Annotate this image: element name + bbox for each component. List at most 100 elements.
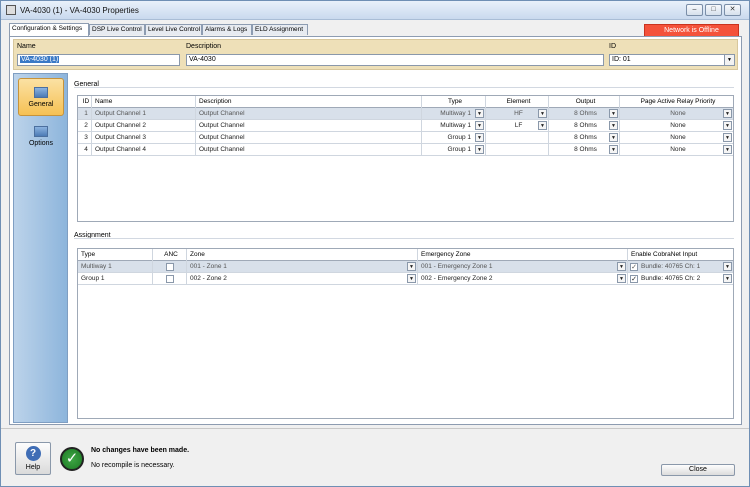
description-cell[interactable]: Output Channel: [196, 132, 422, 144]
type-cell[interactable]: Multiway 1 ▼: [422, 108, 486, 120]
type-cell[interactable]: Group 1 ▼: [422, 144, 486, 156]
name-cell[interactable]: Output Channel 2: [92, 120, 196, 132]
relay-priority-cell[interactable]: None ▼: [620, 108, 733, 120]
element-value: LF: [514, 122, 523, 129]
id-value: ID: 01: [612, 56, 631, 63]
close-button[interactable]: Close: [661, 464, 735, 476]
output-cell[interactable]: 8 Ohms ▼: [549, 144, 620, 156]
type-cell[interactable]: Group 1 ▼: [422, 132, 486, 144]
cobranet-cell[interactable]: ✓ Bundle: 40765 Ch: 2 ▼: [628, 273, 733, 285]
chevron-down-icon[interactable]: ▼: [723, 133, 732, 142]
relay-priority-cell[interactable]: None ▼: [620, 132, 733, 144]
element-cell[interactable]: [486, 132, 549, 144]
table-row[interactable]: 1 Output Channel 1 Output Channel Multiw…: [78, 108, 733, 120]
sidebar-item-options[interactable]: Options: [18, 118, 64, 156]
sidebar-item-label: General: [28, 101, 54, 108]
chevron-down-icon[interactable]: ▼: [475, 145, 484, 154]
column-header-anc: ANC: [153, 249, 187, 261]
title-bar: VA-4030 (1) - VA-4030 Properties – □ ✕: [1, 1, 749, 20]
table-header-row: Type ANC Zone Emergency Zone Enable Cobr…: [78, 249, 733, 261]
app-icon: [6, 5, 16, 15]
element-cell[interactable]: LF ▼: [486, 120, 549, 132]
name-cell[interactable]: Output Channel 4: [92, 144, 196, 156]
sidebar-item-general[interactable]: General: [18, 78, 64, 116]
column-header-output: Output: [549, 96, 620, 108]
element-cell[interactable]: HF ▼: [486, 108, 549, 120]
chevron-down-icon[interactable]: ▼: [538, 121, 547, 130]
name-cell[interactable]: Output Channel 1: [92, 108, 196, 120]
chevron-down-icon[interactable]: ▼: [723, 145, 732, 154]
chevron-down-icon[interactable]: ▼: [617, 274, 626, 283]
zone-cell[interactable]: 001 - Zone 1 ▼: [187, 261, 418, 273]
table-row[interactable]: Group 1 002 - Zone 2 ▼ 002 - Emergency Zo…: [78, 273, 733, 285]
column-header-type: Type: [78, 249, 153, 261]
maximize-button[interactable]: □: [705, 4, 722, 16]
type-cell[interactable]: Multiway 1 ▼: [422, 120, 486, 132]
close-window-button[interactable]: ✕: [724, 4, 741, 16]
chevron-down-icon[interactable]: ▼: [723, 109, 732, 118]
cobranet-cell[interactable]: ✓ Bundle: 40765 Ch: 1 ▼: [628, 261, 733, 273]
chevron-down-icon[interactable]: ▼: [609, 133, 618, 142]
output-value: 8 Ohms: [574, 122, 597, 129]
zone-cell[interactable]: 002 - Zone 2 ▼: [187, 273, 418, 285]
sidebar-item-label: Options: [28, 140, 54, 147]
options-icon: [34, 126, 48, 137]
chevron-down-icon[interactable]: ▼: [723, 121, 732, 130]
anc-checkbox[interactable]: [166, 263, 174, 271]
output-cell[interactable]: 8 Ohms ▼: [549, 120, 620, 132]
chevron-down-icon[interactable]: ▼: [723, 274, 732, 283]
chevron-down-icon[interactable]: ▼: [609, 121, 618, 130]
cobranet-checkbox[interactable]: ✓: [630, 275, 638, 283]
emergency-zone-cell[interactable]: 002 - Emergency Zone 2 ▼: [418, 273, 628, 285]
column-header-description: Description: [196, 96, 422, 108]
description-cell[interactable]: Output Channel: [196, 144, 422, 156]
id-cell: 3: [78, 132, 92, 144]
table-row[interactable]: 3 Output Channel 3 Output Channel Group …: [78, 132, 733, 144]
id-select[interactable]: ID: 01 ▼: [609, 54, 735, 66]
chevron-down-icon[interactable]: ▼: [407, 262, 416, 271]
column-header-type: Type: [422, 96, 486, 108]
sidebar: General Options: [13, 73, 68, 423]
description-cell[interactable]: Output Channel: [196, 120, 422, 132]
relay-priority-cell[interactable]: None ▼: [620, 120, 733, 132]
tab-dsp-live-control[interactable]: DSP Live Control: [89, 24, 145, 35]
tab-alarms-logs[interactable]: Alarms & Logs: [202, 24, 252, 35]
name-field[interactable]: VA-4030 (1): [17, 54, 180, 66]
relay-priority-value: None: [670, 110, 686, 117]
chevron-down-icon[interactable]: ▼: [475, 121, 484, 130]
output-cell[interactable]: 8 Ohms ▼: [549, 108, 620, 120]
tab-level-live-control[interactable]: Level Live Control: [145, 24, 202, 35]
table-row[interactable]: Multiway 1 001 - Zone 1 ▼ 001 - Emergency…: [78, 261, 733, 273]
description-cell[interactable]: Output Channel: [196, 108, 422, 120]
chevron-down-icon[interactable]: ▼: [538, 109, 547, 118]
output-cell[interactable]: 8 Ohms ▼: [549, 132, 620, 144]
type-value: Multiway 1: [440, 110, 471, 117]
minimize-button[interactable]: –: [686, 4, 703, 16]
tab-eld-assignment[interactable]: ELD Assignment: [252, 24, 308, 35]
chevron-down-icon[interactable]: ▼: [609, 109, 618, 118]
type-cell: Multiway 1: [78, 261, 153, 273]
chevron-down-icon[interactable]: ▼: [407, 274, 416, 283]
cobranet-checkbox[interactable]: ✓: [630, 263, 638, 271]
anc-checkbox[interactable]: [166, 275, 174, 283]
chevron-down-icon[interactable]: ▼: [723, 262, 732, 271]
chevron-down-icon[interactable]: ▼: [475, 109, 484, 118]
chevron-down-icon[interactable]: ▼: [475, 133, 484, 142]
tab-configuration-settings[interactable]: Configuration & Settings: [9, 23, 89, 36]
cobranet-value: Bundle: 40765 Ch: 1: [641, 263, 701, 270]
id-cell: 1: [78, 108, 92, 120]
description-field[interactable]: VA-4030: [186, 54, 604, 66]
element-cell[interactable]: [486, 144, 549, 156]
type-value: Group 1: [447, 134, 472, 141]
id-cell: 2: [78, 120, 92, 132]
table-row[interactable]: 2 Output Channel 2 Output Channel Multiw…: [78, 120, 733, 132]
emergency-zone-cell[interactable]: 001 - Emergency Zone 1 ▼: [418, 261, 628, 273]
window-title: VA-4030 (1) - VA-4030 Properties: [20, 6, 139, 15]
chevron-down-icon[interactable]: ▼: [609, 145, 618, 154]
relay-priority-cell[interactable]: None ▼: [620, 144, 733, 156]
name-cell[interactable]: Output Channel 3: [92, 132, 196, 144]
chevron-down-icon[interactable]: ▼: [617, 262, 626, 271]
help-button[interactable]: ? Help: [15, 442, 51, 475]
table-row[interactable]: 4 Output Channel 4 Output Channel Group …: [78, 144, 733, 156]
column-header-emergency-zone: Emergency Zone: [418, 249, 628, 261]
